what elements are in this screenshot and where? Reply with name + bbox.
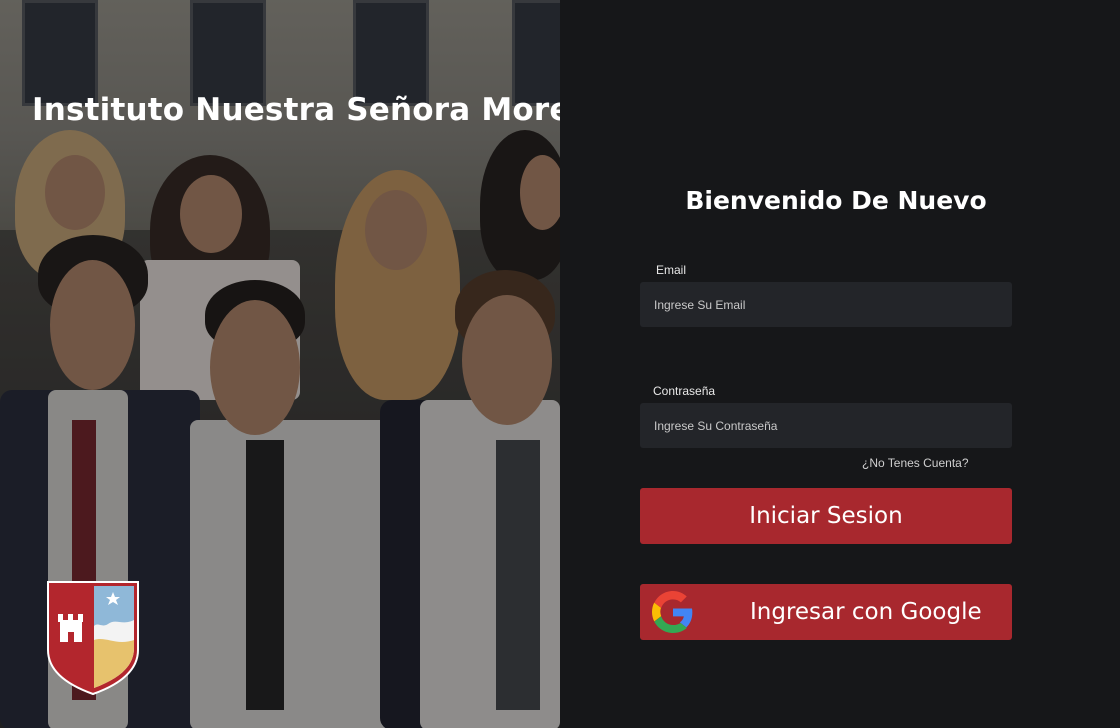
google-button-label: Ingresar con Google (750, 599, 982, 625)
login-button[interactable]: Iniciar Sesion (640, 488, 1012, 544)
google-login-button[interactable]: Ingresar con Google (640, 584, 1012, 640)
password-field[interactable] (640, 403, 1012, 448)
welcome-heading: Bienvenido De Nuevo (685, 186, 987, 215)
register-link[interactable]: ¿No Tenes Cuenta? (862, 456, 969, 470)
school-name: Instituto Nuestra Señora Moreira (32, 92, 560, 128)
school-crest-icon (47, 581, 139, 696)
login-panel: Bienvenido De Nuevo Email Contraseña ¿No… (560, 0, 1120, 728)
login-page: Instituto Nuestra Señora Moreira Bienven… (0, 0, 1120, 728)
password-label: Contraseña (653, 384, 716, 398)
hero-photo: Instituto Nuestra Señora Moreira (0, 0, 560, 728)
email-label: Email (656, 263, 687, 277)
email-field[interactable] (640, 282, 1012, 327)
google-icon (652, 591, 693, 633)
